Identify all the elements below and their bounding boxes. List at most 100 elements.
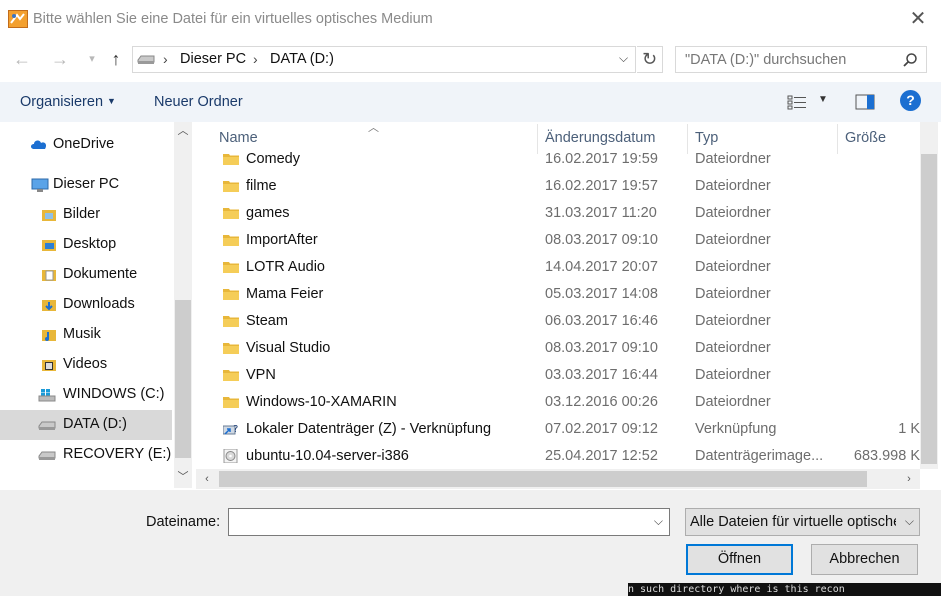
- sidebar-item-label: DATA (D:): [63, 416, 127, 432]
- table-row[interactable]: ubuntu-10.04-server-i386 25.04.2017 12:52…: [196, 443, 920, 469]
- chevron-down-icon: ▾: [89, 53, 95, 65]
- scrollbar-thumb[interactable]: [219, 471, 867, 487]
- file-type: Dateiordner: [695, 205, 771, 221]
- column-name[interactable]: Name: [219, 130, 258, 146]
- folder-icon: [223, 260, 239, 274]
- music-folder-icon: [42, 330, 56, 341]
- file-date: 06.03.2017 16:46: [545, 313, 658, 329]
- column-size[interactable]: Größe: [845, 130, 886, 146]
- sidebar-item-label: Videos: [63, 356, 108, 372]
- file-list-vertical-scrollbar[interactable]: [920, 122, 938, 469]
- address-bar[interactable]: › Dieser PC › DATA (D:) ⌵: [132, 46, 636, 73]
- column-date[interactable]: Änderungsdatum: [545, 130, 655, 146]
- sidebar-item-desktop[interactable]: Desktop: [0, 230, 172, 260]
- folder-icon: [223, 341, 239, 355]
- table-row[interactable]: Comedy 16.02.2017 19:59 Dateiordner: [196, 146, 920, 173]
- open-button[interactable]: Öffnen: [686, 544, 793, 575]
- sidebar-item-label: Desktop: [63, 236, 117, 252]
- sidebar-scrollbar[interactable]: ︿ ﹀: [174, 122, 192, 488]
- table-row[interactable]: ? Lokaler Datenträger (Z) - Verknüpfung 07…: [196, 416, 920, 443]
- file-date: 16.02.2017 19:57: [545, 178, 658, 194]
- search-input[interactable]: "DATA (D:)" durchsuchen: [675, 46, 927, 73]
- scrollbar-thumb[interactable]: [921, 154, 937, 464]
- drive-icon: [38, 451, 56, 460]
- pictures-folder-icon: [42, 210, 56, 221]
- drive-icon: [137, 55, 155, 64]
- filename-input[interactable]: ⌵: [228, 508, 670, 536]
- file-date: 16.02.2017 19:59: [545, 151, 658, 167]
- sidebar-item-downloads[interactable]: Downloads: [0, 290, 172, 320]
- file-list: ︿ Name Änderungsdatum Typ Größe Comedy 16…: [196, 122, 920, 469]
- forward-button[interactable]: →: [48, 48, 72, 72]
- recent-locations-button[interactable]: ▾: [80, 48, 104, 72]
- file-list-horizontal-scrollbar[interactable]: ‹ ›: [196, 469, 920, 489]
- breadcrumb-dieser-pc[interactable]: Dieser PC: [180, 51, 246, 67]
- sidebar-item-data-drive[interactable]: DATA (D:): [0, 410, 172, 440]
- file-type: Dateiordner: [695, 151, 771, 167]
- file-name: VPN: [246, 367, 276, 383]
- file-type-filter[interactable]: Alle Dateien für virtuelle optischen ⌵: [685, 508, 920, 536]
- new-folder-button[interactable]: Neuer Ordner: [154, 94, 243, 110]
- cancel-button[interactable]: Abbrechen: [811, 544, 918, 575]
- table-row[interactable]: LOTR Audio 14.04.2017 20:07 Dateiordner: [196, 254, 920, 281]
- close-button[interactable]: ✕: [905, 8, 931, 32]
- sidebar-item-bilder[interactable]: Bilder: [0, 200, 172, 230]
- scrollbar-thumb[interactable]: [175, 300, 191, 458]
- file-date: 05.03.2017 14:08: [545, 286, 658, 302]
- table-row[interactable]: Windows-10-XAMARIN 03.12.2016 00:26 Dateio…: [196, 389, 920, 416]
- help-icon[interactable]: ?: [900, 90, 921, 111]
- dialog-footer: Dateiname: ⌵ Alle Dateien für virtuelle …: [0, 490, 941, 596]
- folder-icon: [223, 395, 239, 409]
- back-button[interactable]: ←: [10, 48, 34, 72]
- scroll-up-icon[interactable]: ︿: [174, 122, 192, 140]
- title-bar: Bitte wählen Sie eine Datei für ein virt…: [0, 0, 941, 40]
- sidebar-item-videos[interactable]: Videos: [0, 350, 172, 380]
- chevron-down-icon[interactable]: ⌵: [654, 514, 663, 529]
- sidebar-item-onedrive[interactable]: OneDrive: [0, 130, 172, 160]
- column-type[interactable]: Typ: [695, 130, 718, 146]
- organize-menu[interactable]: Organisieren ▼: [20, 94, 116, 110]
- chevron-down-icon[interactable]: ▼: [818, 94, 828, 105]
- filename-label: Dateiname:: [146, 514, 221, 530]
- sidebar-item-windows-drive[interactable]: WINDOWS (C:): [0, 380, 172, 410]
- up-button[interactable]: ↑: [104, 48, 128, 72]
- file-type: Dateiordner: [695, 232, 771, 248]
- table-row[interactable]: VPN 03.03.2017 16:44 Dateiordner: [196, 362, 920, 389]
- navigation-bar: ← → ▾ ↑ › Dieser PC › DATA (D:) ⌵ ↻ "DAT…: [0, 40, 941, 80]
- chevron-down-icon: ⌵: [904, 514, 914, 528]
- sidebar-item-recovery-drive[interactable]: RECOVERY (E:): [0, 440, 172, 470]
- documents-folder-icon: [42, 270, 56, 281]
- arrow-up-icon: ↑: [111, 49, 121, 69]
- refresh-button[interactable]: ↻: [637, 46, 663, 73]
- file-date: 14.04.2017 20:07: [545, 259, 658, 275]
- table-row[interactable]: Visual Studio 08.03.2017 09:10 Dateiordner: [196, 335, 920, 362]
- arrow-right-icon: →: [51, 49, 69, 69]
- folder-icon: [223, 206, 239, 220]
- scroll-left-icon[interactable]: ‹: [198, 470, 216, 488]
- view-options-icon[interactable]: [787, 94, 807, 110]
- sidebar-item-dokumente[interactable]: Dokumente: [0, 260, 172, 290]
- breadcrumb-data-drive[interactable]: DATA (D:): [270, 51, 334, 67]
- sidebar-item-musik[interactable]: Musik: [0, 320, 172, 350]
- preview-pane-icon[interactable]: [855, 94, 875, 110]
- file-type: Dateiordner: [695, 259, 771, 275]
- downloads-folder-icon: [42, 300, 56, 311]
- file-type: Dateiordner: [695, 340, 771, 356]
- table-row[interactable]: Steam 06.03.2017 16:46 Dateiordner: [196, 308, 920, 335]
- table-row[interactable]: Mama Feier 05.03.2017 14:08 Dateiordner: [196, 281, 920, 308]
- table-row[interactable]: filme 16.02.2017 19:57 Dateiordner: [196, 173, 920, 200]
- table-row[interactable]: ImportAfter 08.03.2017 09:10 Dateiordner: [196, 227, 920, 254]
- sidebar-item-dieser-pc[interactable]: Dieser PC: [0, 170, 172, 200]
- sidebar-item-network-partial[interactable]: [0, 480, 172, 488]
- scroll-right-icon[interactable]: ›: [900, 470, 918, 488]
- file-type: Datenträgerimage...: [695, 448, 824, 464]
- table-row[interactable]: games 31.03.2017 11:20 Dateiordner: [196, 200, 920, 227]
- file-name: Mama Feier: [246, 286, 324, 302]
- file-name: ImportAfter: [246, 232, 318, 248]
- file-name: Comedy: [246, 151, 300, 167]
- scroll-down-icon[interactable]: ﹀: [174, 468, 192, 486]
- videos-folder-icon: [42, 360, 56, 371]
- chevron-down-icon[interactable]: ⌵: [619, 51, 628, 66]
- file-type: Dateiordner: [695, 178, 771, 194]
- file-date: 03.12.2016 00:26: [545, 394, 658, 410]
